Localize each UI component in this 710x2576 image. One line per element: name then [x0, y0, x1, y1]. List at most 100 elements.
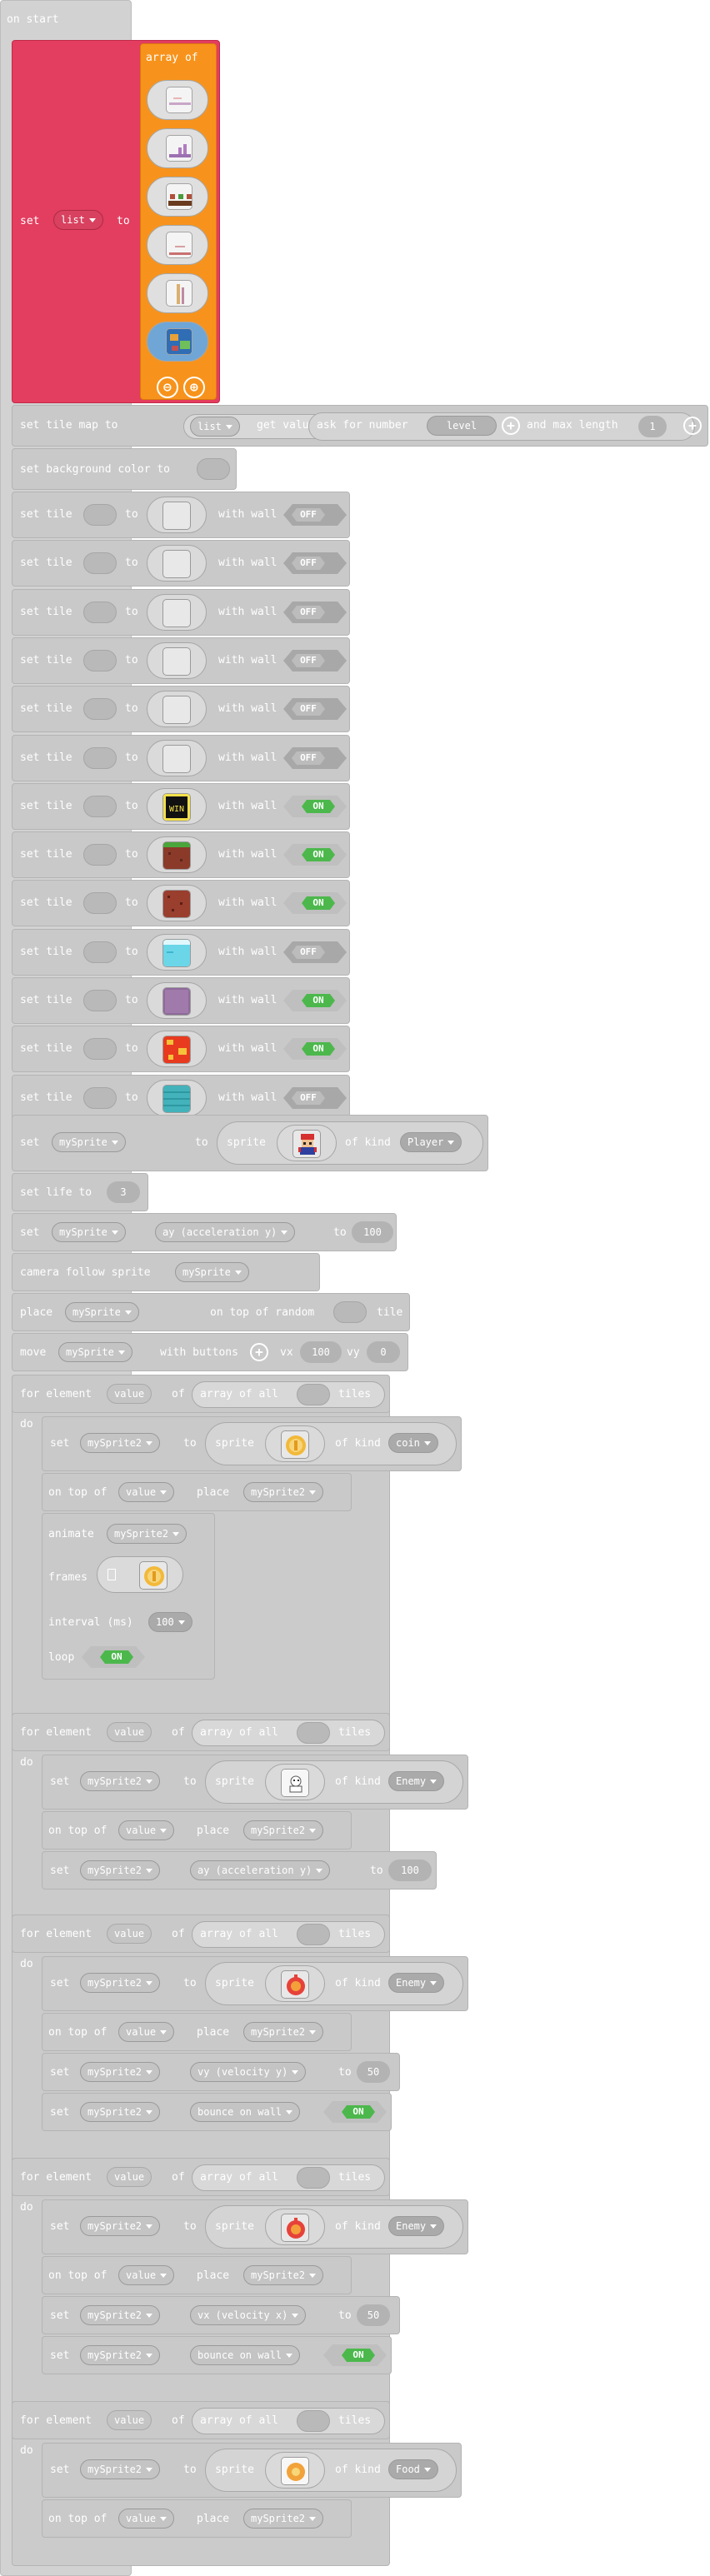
- wall-toggle[interactable]: ON: [283, 1038, 347, 1060]
- place-sprite-dropdown[interactable]: mySprite: [65, 1302, 139, 1322]
- sprite2-variable-dropdown[interactable]: mySprite2: [80, 1433, 161, 1453]
- sprite2-variable-dropdown[interactable]: mySprite2: [80, 2459, 161, 2479]
- tile-swatch[interactable]: [83, 698, 117, 720]
- wall-toggle[interactable]: OFF: [283, 602, 347, 623]
- property-dropdown[interactable]: vx (velocity x): [190, 2305, 307, 2325]
- property-value[interactable]: 50: [357, 2061, 390, 2083]
- tile-swatch[interactable]: [83, 650, 117, 671]
- move-expand-button[interactable]: +: [250, 1343, 268, 1361]
- expand-ask-button[interactable]: +: [502, 417, 520, 435]
- loop-value-variable[interactable]: value: [107, 2410, 152, 2430]
- tile-image-picker[interactable]: [147, 885, 207, 921]
- property-dropdown[interactable]: ay (acceleration y): [190, 1860, 331, 1880]
- wall-toggle[interactable]: ON: [283, 796, 347, 817]
- bounce-sprite-dropdown[interactable]: mySprite2: [80, 2102, 161, 2122]
- sprite2-kind-dropdown[interactable]: Enemy: [388, 2216, 445, 2236]
- wall-toggle[interactable]: ON: [283, 892, 347, 914]
- sprite2-variable-dropdown[interactable]: mySprite2: [80, 1973, 161, 1993]
- wall-toggle[interactable]: ON: [283, 990, 347, 1011]
- array-image-3[interactable]: [147, 177, 208, 217]
- tile-swatch[interactable]: [83, 892, 117, 914]
- tile-swatch[interactable]: [83, 602, 117, 623]
- tile-image-picker[interactable]: [147, 691, 207, 727]
- tile-kind-swatch[interactable]: [297, 1384, 330, 1405]
- vy-value[interactable]: 0: [367, 1341, 400, 1363]
- life-value[interactable]: 3: [107, 1181, 140, 1203]
- sprite2-image-picker[interactable]: [265, 2452, 325, 2489]
- tile-image-picker[interactable]: [147, 642, 207, 679]
- place-value-dropdown[interactable]: value: [118, 2265, 175, 2285]
- bounce-property-dropdown[interactable]: bounce on wall: [190, 2102, 301, 2122]
- frames-picker[interactable]: [97, 1556, 183, 1593]
- sprite2-image-picker[interactable]: [265, 1764, 325, 1800]
- loop-toggle[interactable]: ON: [82, 1646, 145, 1668]
- interval-dropdown[interactable]: 100: [148, 1612, 192, 1632]
- tile-kind-swatch[interactable]: [297, 1924, 330, 1945]
- tile-kind-swatch[interactable]: [297, 1722, 330, 1744]
- tile-swatch[interactable]: [83, 796, 117, 817]
- array-image-4[interactable]: [147, 225, 208, 265]
- wall-toggle[interactable]: OFF: [283, 941, 347, 963]
- wall-toggle[interactable]: ON: [283, 844, 347, 866]
- acceleration-sprite-dropdown[interactable]: mySprite: [52, 1222, 126, 1242]
- array-image-1[interactable]: [147, 80, 208, 120]
- loop-value-variable[interactable]: value: [107, 1722, 152, 1742]
- tile-image-picker[interactable]: [147, 545, 207, 582]
- array-image-6[interactable]: [147, 322, 208, 362]
- tile-swatch[interactable]: [83, 1087, 117, 1109]
- property-value[interactable]: 50: [357, 2304, 390, 2326]
- player-image-picker[interactable]: [277, 1125, 337, 1161]
- tile-swatch[interactable]: [83, 941, 117, 963]
- wall-toggle[interactable]: OFF: [283, 747, 347, 769]
- tile-image-picker[interactable]: [147, 740, 207, 776]
- acceleration-property-dropdown[interactable]: ay (acceleration y): [155, 1222, 296, 1242]
- sprite2-kind-dropdown[interactable]: Food: [388, 2459, 438, 2479]
- tile-image-picker[interactable]: WIN: [147, 788, 207, 825]
- remove-item-button[interactable]: ⊖: [157, 377, 178, 398]
- property-sprite-dropdown[interactable]: mySprite2: [80, 2305, 161, 2325]
- tile-swatch[interactable]: [83, 504, 117, 526]
- place-value-dropdown[interactable]: value: [118, 2022, 175, 2042]
- place-sprite2-dropdown[interactable]: mySprite2: [243, 2022, 324, 2042]
- random-tile-swatch[interactable]: [333, 1301, 367, 1323]
- kind-dropdown[interactable]: Player: [400, 1132, 462, 1152]
- tile-swatch[interactable]: [83, 1038, 117, 1060]
- sprite2-kind-dropdown[interactable]: Enemy: [388, 1771, 445, 1791]
- property-sprite-dropdown[interactable]: mySprite2: [80, 2062, 161, 2082]
- sprite-variable-dropdown[interactable]: mySprite: [52, 1132, 126, 1152]
- max-length-value[interactable]: 1: [638, 416, 667, 437]
- tile-swatch[interactable]: [83, 990, 117, 1011]
- bounce-toggle[interactable]: ON: [323, 2101, 387, 2123]
- vx-value[interactable]: 100: [300, 1341, 342, 1363]
- level-prompt-input[interactable]: level: [427, 416, 497, 436]
- bounce-sprite-dropdown[interactable]: mySprite2: [80, 2345, 161, 2365]
- tile-image-picker[interactable]: [147, 934, 207, 971]
- bounce-toggle[interactable]: ON: [323, 2344, 387, 2366]
- tile-image-picker[interactable]: [147, 982, 207, 1019]
- tile-kind-swatch[interactable]: [297, 2167, 330, 2189]
- wall-toggle[interactable]: OFF: [283, 650, 347, 671]
- background-color-swatch[interactable]: [197, 458, 230, 480]
- sprite2-kind-dropdown[interactable]: Enemy: [388, 1973, 445, 1993]
- place-sprite2-dropdown[interactable]: mySprite2: [243, 2265, 324, 2285]
- tile-swatch[interactable]: [83, 844, 117, 866]
- move-sprite-dropdown[interactable]: mySprite: [58, 1342, 132, 1362]
- sprite2-variable-dropdown[interactable]: mySprite2: [80, 1771, 161, 1791]
- sprite2-image-picker[interactable]: [265, 1965, 325, 2002]
- place-sprite2-dropdown[interactable]: mySprite2: [243, 1482, 324, 1502]
- add-item-button[interactable]: ⊕: [183, 377, 205, 398]
- place-sprite2-dropdown[interactable]: mySprite2: [243, 1820, 324, 1840]
- loop-value-variable[interactable]: value: [107, 1384, 152, 1404]
- array-image-5[interactable]: [147, 273, 208, 313]
- wall-toggle[interactable]: OFF: [283, 552, 347, 574]
- tile-image-picker[interactable]: [147, 594, 207, 631]
- camera-sprite-dropdown[interactable]: mySprite: [175, 1262, 249, 1282]
- tile-swatch[interactable]: [83, 552, 117, 574]
- place-value-dropdown[interactable]: value: [118, 1820, 175, 1840]
- bounce-property-dropdown[interactable]: bounce on wall: [190, 2345, 301, 2365]
- tile-image-picker[interactable]: [147, 497, 207, 533]
- sprite2-image-picker[interactable]: [265, 2209, 325, 2245]
- sprite2-image-picker[interactable]: [265, 1425, 325, 1462]
- tile-image-picker[interactable]: [147, 836, 207, 873]
- tile-swatch[interactable]: [83, 747, 117, 769]
